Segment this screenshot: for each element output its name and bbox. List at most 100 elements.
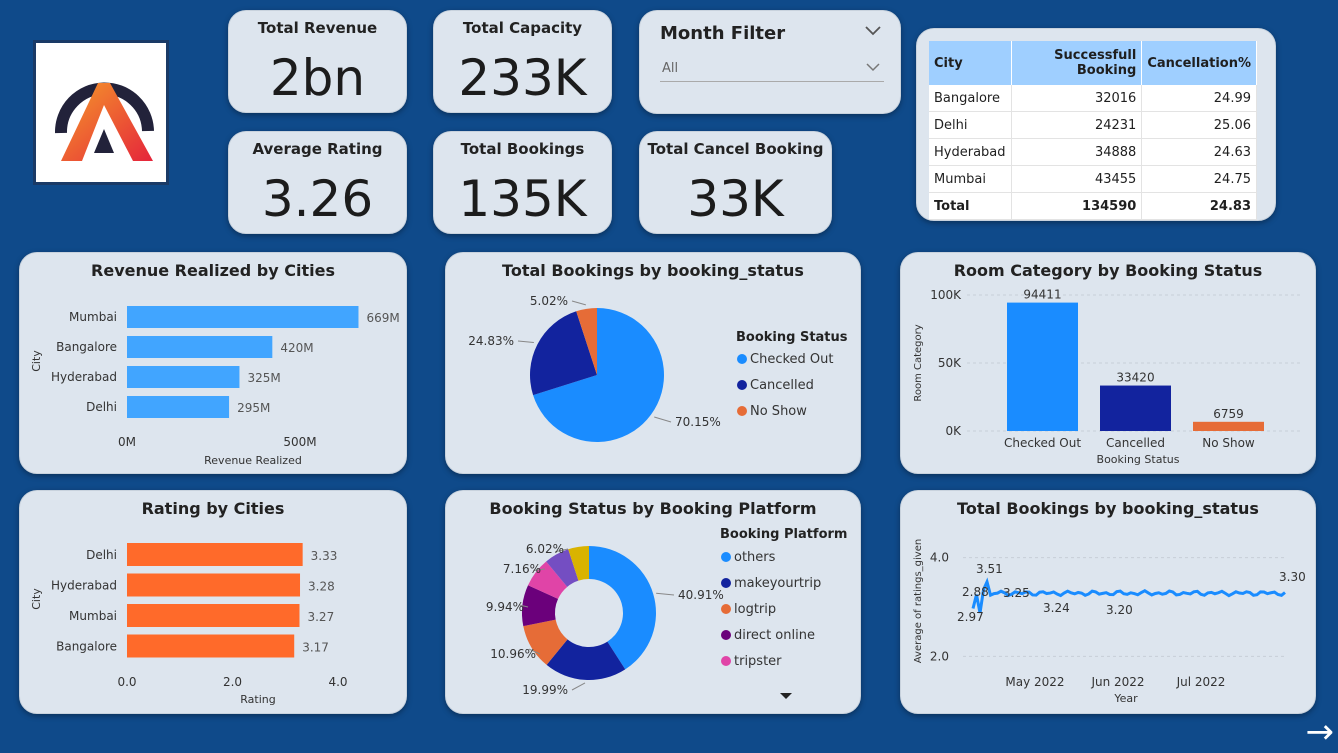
table-cell: 43455 xyxy=(1011,165,1143,193)
legend-marker xyxy=(737,380,747,390)
bar xyxy=(1007,302,1078,431)
x-tick-label: 500M xyxy=(283,435,316,449)
x-tick-label: Jun 2022 xyxy=(1090,675,1144,689)
y-axis-title: Average of ratings_given xyxy=(913,539,924,663)
y-axis-title: Room Category xyxy=(913,324,924,401)
legend-marker xyxy=(721,552,731,562)
kpi-total-bookings: Total Bookings 135K xyxy=(433,131,612,234)
x-axis-title: Year xyxy=(1113,692,1138,705)
y-tick-label: Mumbai xyxy=(69,609,117,623)
leader-line xyxy=(571,682,586,691)
month-filter-dropdown[interactable]: All xyxy=(660,55,884,82)
data-label: 295M xyxy=(237,401,270,415)
legend-marker xyxy=(737,406,747,416)
ratings-trend-chart: 2.0 4.0 3.51 2.88 2.97 3.25 3.24 3.20 3.30 May 20… xyxy=(913,539,1306,705)
table-cell: Mumbai xyxy=(929,165,1012,193)
legend-title: Booking Status xyxy=(736,330,848,345)
month-filter-slicer[interactable]: Month Filter All xyxy=(639,10,901,114)
data-label: 2.97 xyxy=(957,610,984,624)
table-cell: 32016 xyxy=(1011,85,1143,112)
table-cell: 134590 xyxy=(1011,192,1143,220)
data-label: 3.17 xyxy=(302,641,329,655)
legend-item: others xyxy=(734,550,776,565)
next-page-arrow-icon[interactable]: → xyxy=(1306,715,1335,749)
data-label: 2.88 xyxy=(962,585,989,599)
kpi-total-revenue: Total Revenue 2bn xyxy=(228,10,407,113)
data-label: 24.83% xyxy=(468,334,514,348)
x-tick-label: 2.0 xyxy=(223,675,242,689)
kpi-label: Total Bookings xyxy=(460,140,585,158)
legend-title: Booking Platform xyxy=(720,527,847,542)
data-label: 3.28 xyxy=(308,580,335,594)
chevron-down-icon xyxy=(866,63,880,72)
month-filter-value: All xyxy=(662,61,679,76)
y-tick-label: 100K xyxy=(930,288,962,302)
leader-line xyxy=(656,592,675,596)
platform-donut-card: Booking Status by Booking Platform 40.91… xyxy=(445,490,861,714)
data-label: 3.27 xyxy=(307,610,334,624)
column-header[interactable]: Successfull Booking xyxy=(1011,41,1143,85)
data-label: 3.30 xyxy=(1279,570,1306,584)
kpi-label: Total Revenue xyxy=(257,19,378,37)
table-row[interactable]: Delhi 24231 25.06 xyxy=(929,111,1257,139)
x-tick-label: 0.0 xyxy=(117,675,136,689)
y-tick-label: Hyderabad xyxy=(51,370,117,384)
y-tick-label: 4.0 xyxy=(930,551,949,565)
kpi-average-rating: Average Rating 3.26 xyxy=(228,131,407,234)
revenue-by-cities-card: Revenue Realized by Cities Mumbai 669M Ban… xyxy=(19,252,407,474)
table-cell: Bangalore xyxy=(929,85,1012,112)
bar xyxy=(127,366,240,388)
table-row[interactable]: Mumbai 43455 24.75 xyxy=(929,165,1257,193)
legend-item: Checked Out xyxy=(750,352,833,367)
table-cell: 24.63 xyxy=(1141,138,1257,166)
data-label: 3.24 xyxy=(1043,601,1070,615)
y-tick-label: Delhi xyxy=(86,400,117,414)
bar xyxy=(127,396,230,418)
kpi-value: 233K xyxy=(458,49,587,107)
y-tick-label: 0K xyxy=(945,424,962,438)
table-row[interactable]: Hyderabad 34888 24.63 xyxy=(929,138,1257,166)
kpi-value: 3.26 xyxy=(261,170,374,228)
legend-scroll-down-icon xyxy=(780,693,792,699)
legend-item: No Show xyxy=(750,404,807,419)
x-tick-label: Checked Out xyxy=(1004,436,1081,450)
legend-marker xyxy=(721,630,731,640)
x-tick-label: May 2022 xyxy=(1005,675,1064,689)
bookings-status-pie-card: Total Bookings by booking_status 70.15% 2… xyxy=(445,252,861,474)
data-label: 10.96% xyxy=(490,647,536,661)
data-label: 669M xyxy=(366,311,399,325)
data-label: 94411 xyxy=(1023,288,1061,302)
legend-item: direct online xyxy=(734,628,815,643)
y-tick-label: Delhi xyxy=(86,548,117,562)
table-row[interactable]: Bangalore 32016 24.99 xyxy=(929,85,1257,112)
kpi-total-capacity: Total Capacity 233K xyxy=(433,10,612,113)
column-header[interactable]: City xyxy=(929,41,1012,85)
bar xyxy=(127,573,301,597)
x-tick-label: No Show xyxy=(1202,436,1255,450)
data-label: 7.16% xyxy=(503,562,541,576)
y-tick-label: Bangalore xyxy=(56,640,117,654)
y-tick-label: Bangalore xyxy=(56,340,117,354)
chevron-down-icon[interactable] xyxy=(864,25,882,37)
data-label: 325M xyxy=(247,371,280,385)
column-header[interactable]: Cancellation% xyxy=(1141,41,1257,85)
legend-item: makeyourtrip xyxy=(734,576,821,591)
room-category-chart: 0K 50K 100K 94411 Checked Out 33420 Cancelled 6… xyxy=(913,288,1301,466)
rating-by-cities-card: Rating by Cities Delhi 3.33 Hyderabad 3.28 M… xyxy=(19,490,407,714)
month-filter-title: Month Filter xyxy=(660,23,786,44)
kpi-label: Total Cancel Booking xyxy=(647,140,824,158)
y-tick-label: Hyderabad xyxy=(51,579,117,593)
city-booking-table-card: City Successfull Booking Cancellation% B… xyxy=(916,28,1276,221)
table-header-row: City Successfull Booking Cancellation% xyxy=(929,41,1257,85)
bar xyxy=(1193,421,1264,431)
x-tick-label: 0M xyxy=(118,435,136,449)
table-cell: 25.06 xyxy=(1141,111,1257,139)
data-label: 3.25 xyxy=(1003,586,1030,600)
y-tick-label: 2.0 xyxy=(930,649,949,663)
x-tick-label: 4.0 xyxy=(328,675,347,689)
x-tick-label: Cancelled xyxy=(1106,436,1165,450)
legend-item: tripster xyxy=(734,654,782,669)
bar xyxy=(127,634,295,658)
city-booking-table: City Successfull Booking Cancellation% B… xyxy=(929,41,1257,220)
legend-marker xyxy=(721,604,731,614)
